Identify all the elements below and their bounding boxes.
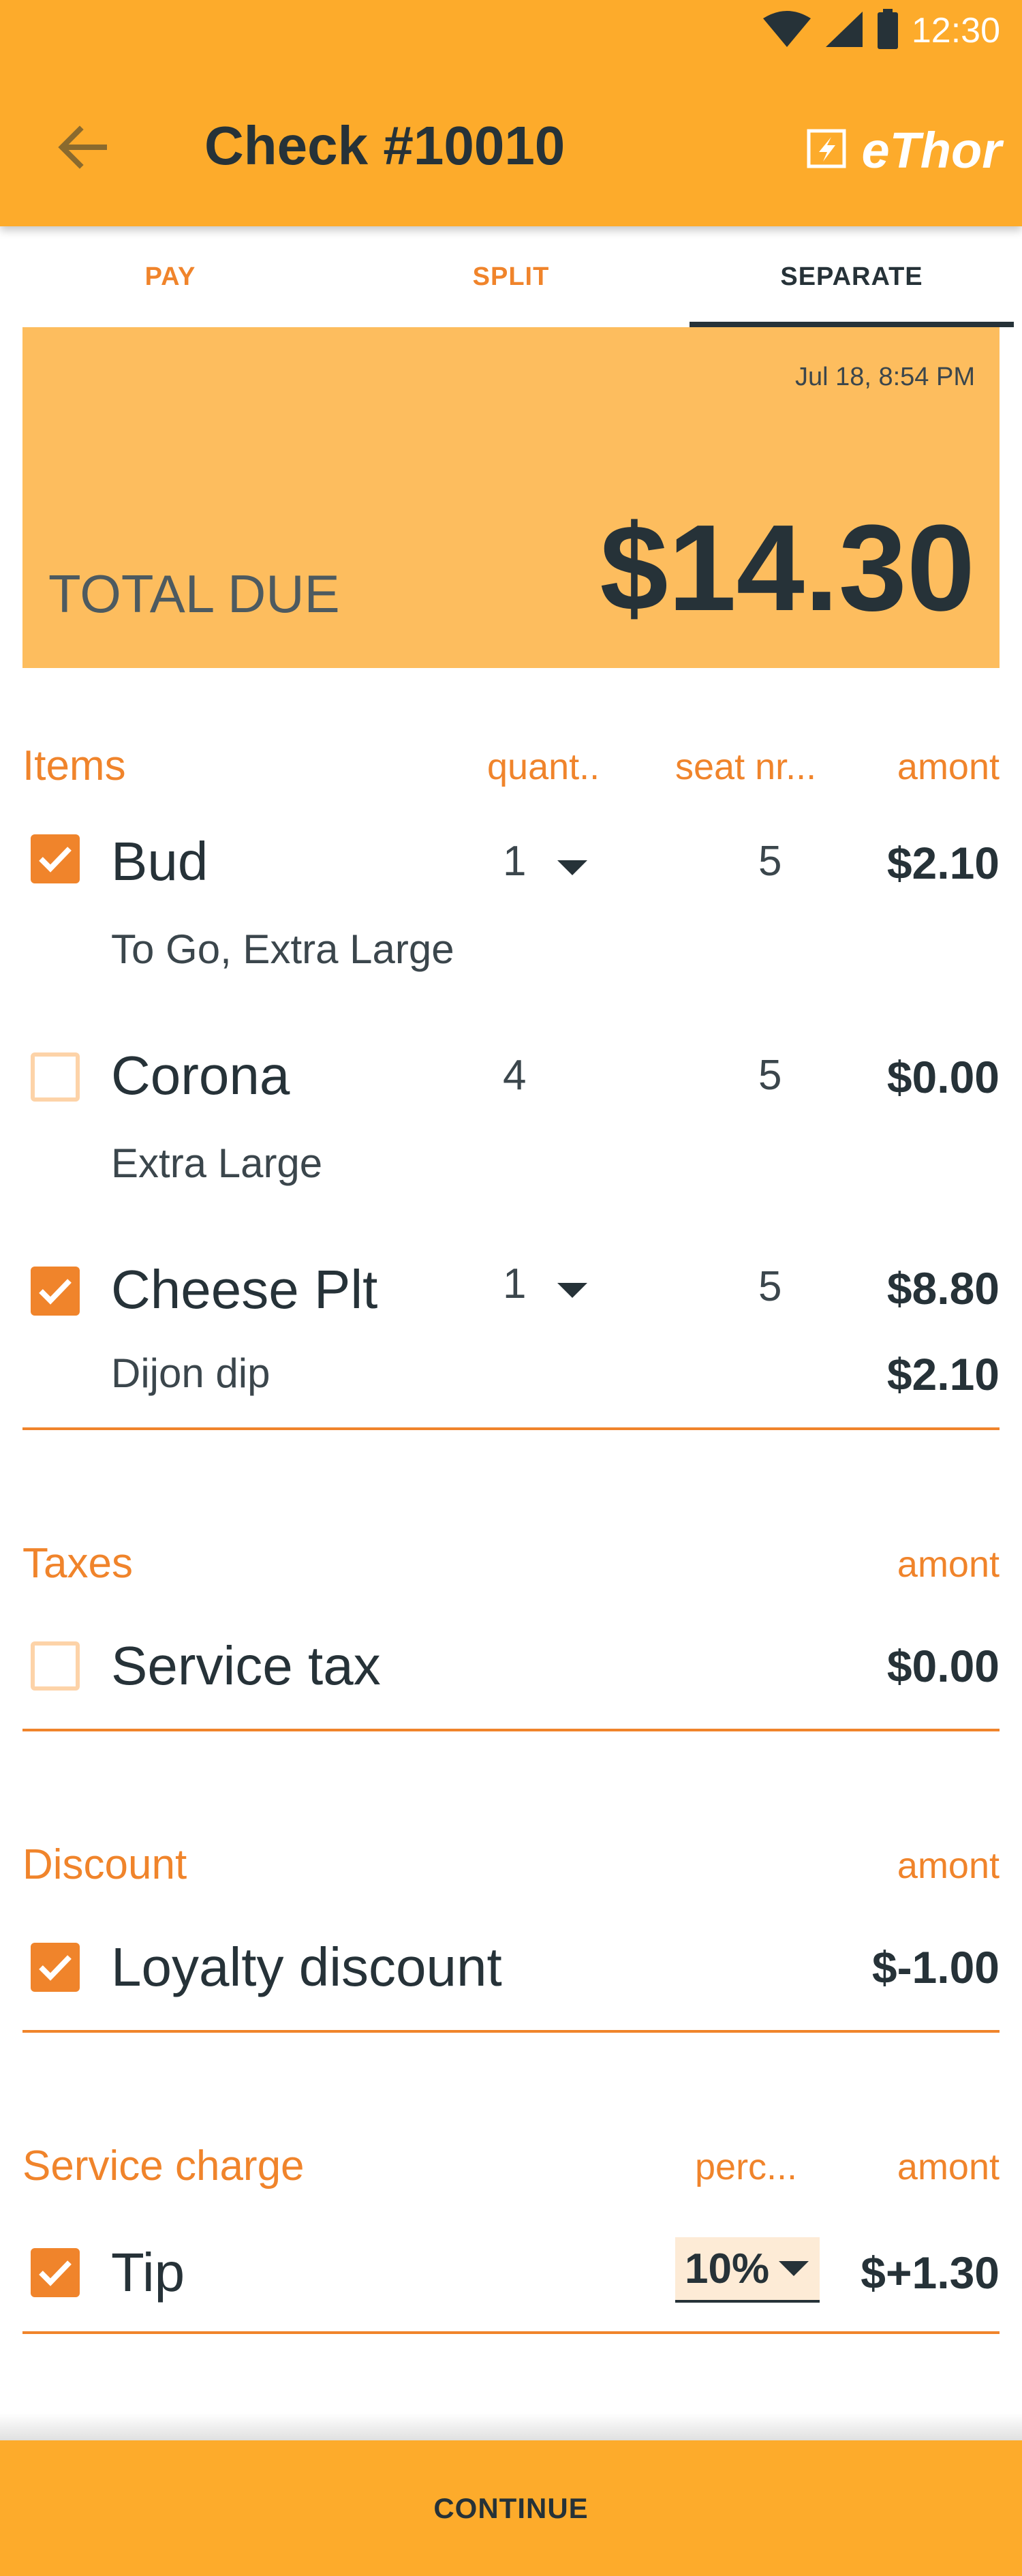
item-checkbox[interactable] <box>31 834 80 883</box>
lightning-icon <box>807 129 846 172</box>
back-button[interactable] <box>48 115 116 183</box>
check-icon <box>39 847 72 873</box>
check-icon <box>39 2260 72 2286</box>
taxes-header: Taxes amont <box>22 1539 1000 1594</box>
items-divider <box>22 1427 1000 1430</box>
bottom-shadow <box>0 2413 1022 2440</box>
tip-amount: $+1.30 <box>861 2247 1000 2298</box>
discount-checkbox[interactable] <box>31 1943 80 1992</box>
tip-percent-dropdown[interactable]: 10% <box>675 2237 820 2303</box>
total-due-amount: $14.30 <box>600 500 975 637</box>
tax-checkbox[interactable] <box>31 1641 80 1691</box>
modifier-amount: $2.10 <box>886 1349 1000 1399</box>
status-time: 12:30 <box>911 11 1000 50</box>
item-amount: $0.00 <box>886 1052 1000 1102</box>
amount-column-header: amont <box>897 1845 1000 1886</box>
item-row-cheese-plt: Cheese Plt 1 5 $8.80 Dijon dip $2.10 <box>22 1258 1000 1415</box>
item-modifiers: To Go, Extra Large <box>111 926 454 972</box>
discount-header: Discount amont <box>22 1840 1000 1895</box>
tab-separate[interactable]: SEPARATE <box>681 226 1022 327</box>
percent-column-header: perc... <box>695 2147 798 2187</box>
tip-checkbox[interactable] <box>31 2248 80 2297</box>
item-quantity: 4 <box>503 1052 527 1099</box>
status-bar: 12:30 <box>762 7 1000 55</box>
discount-title: Discount <box>22 1841 187 1888</box>
check-date: Jul 18, 8:54 PM <box>794 363 975 391</box>
item-row-corona: Corona 4 5 $0.00 Extra Large <box>22 1044 1000 1201</box>
arrow-back-icon <box>57 125 107 172</box>
service-row-tip: Tip 10% $+1.30 <box>22 2237 1000 2312</box>
amount-column-header: amont <box>897 2147 1000 2187</box>
item-checkbox[interactable] <box>31 1267 80 1316</box>
wifi-icon <box>762 10 812 52</box>
tab-split[interactable]: SPLIT <box>341 226 681 327</box>
item-seat: 5 <box>758 838 782 885</box>
item-modifiers: Dijon dip <box>111 1350 270 1396</box>
items-header: Items quant.. seat nr... amont <box>22 742 1000 796</box>
quantity-dropdown-arrow[interactable] <box>557 860 587 875</box>
item-name: Corona <box>111 1045 290 1106</box>
service-charge-divider <box>22 2331 1000 2334</box>
taxes-divider <box>22 1729 1000 1731</box>
check-icon <box>39 1955 72 1981</box>
tax-row-service-tax: Service tax $0.00 <box>22 1635 1000 1703</box>
item-name: Bud <box>111 831 208 892</box>
taxes-title: Taxes <box>22 1540 133 1587</box>
app-bar: 12:30 Check #10010 eThor <box>0 0 1022 226</box>
item-amount: $8.80 <box>886 1263 1000 1314</box>
discount-amount: $-1.00 <box>871 1942 1000 1992</box>
discount-divider <box>22 2030 1000 2033</box>
discount-name: Loyalty discount <box>111 1937 502 1997</box>
total-due-label: TOTAL DUE <box>48 564 340 624</box>
item-name: Cheese Plt <box>111 1259 378 1320</box>
item-modifiers: Extra Large <box>111 1140 323 1186</box>
total-card: Jul 18, 8:54 PM TOTAL DUE $14.30 <box>22 327 1000 668</box>
tip-percent-value: 10% <box>685 2245 770 2292</box>
quantity-dropdown-arrow[interactable] <box>557 1283 587 1298</box>
item-seat: 5 <box>758 1052 782 1099</box>
item-checkbox[interactable] <box>31 1052 80 1102</box>
tax-amount: $0.00 <box>886 1641 1000 1691</box>
service-charge-header: Service charge perc... amont <box>22 2142 1000 2196</box>
tip-name: Tip <box>111 2242 185 2303</box>
tab-bar: PAY SPLIT SEPARATE <box>0 226 1022 327</box>
tab-pay[interactable]: PAY <box>0 226 341 327</box>
seat-column-header: seat nr... <box>675 746 817 787</box>
quantity-column-header: quant.. <box>487 746 600 787</box>
chevron-down-icon <box>779 2261 809 2276</box>
page-title: Check #10010 <box>204 115 566 176</box>
item-quantity[interactable]: 1 <box>503 837 526 885</box>
service-charge-title: Service charge <box>22 2142 305 2189</box>
discount-row-loyalty: Loyalty discount $-1.00 <box>22 1936 1000 2004</box>
amount-column-header: amont <box>897 746 1000 787</box>
amount-column-header: amont <box>897 1544 1000 1585</box>
battery-icon <box>876 8 899 53</box>
items-title: Items <box>22 742 126 789</box>
check-icon <box>39 1279 72 1305</box>
continue-button[interactable]: CONTINUE <box>0 2440 1022 2576</box>
item-quantity[interactable]: 1 <box>503 1260 526 1308</box>
item-seat: 5 <box>758 1263 782 1310</box>
item-amount: $2.10 <box>886 838 1000 888</box>
item-row-bud: Bud 1 5 $2.10 To Go, Extra Large <box>22 830 1000 987</box>
brand-name: eThor <box>861 122 1002 179</box>
brand-logo: eThor <box>807 121 1002 179</box>
signal-icon <box>824 10 864 52</box>
tax-name: Service tax <box>111 1635 381 1696</box>
